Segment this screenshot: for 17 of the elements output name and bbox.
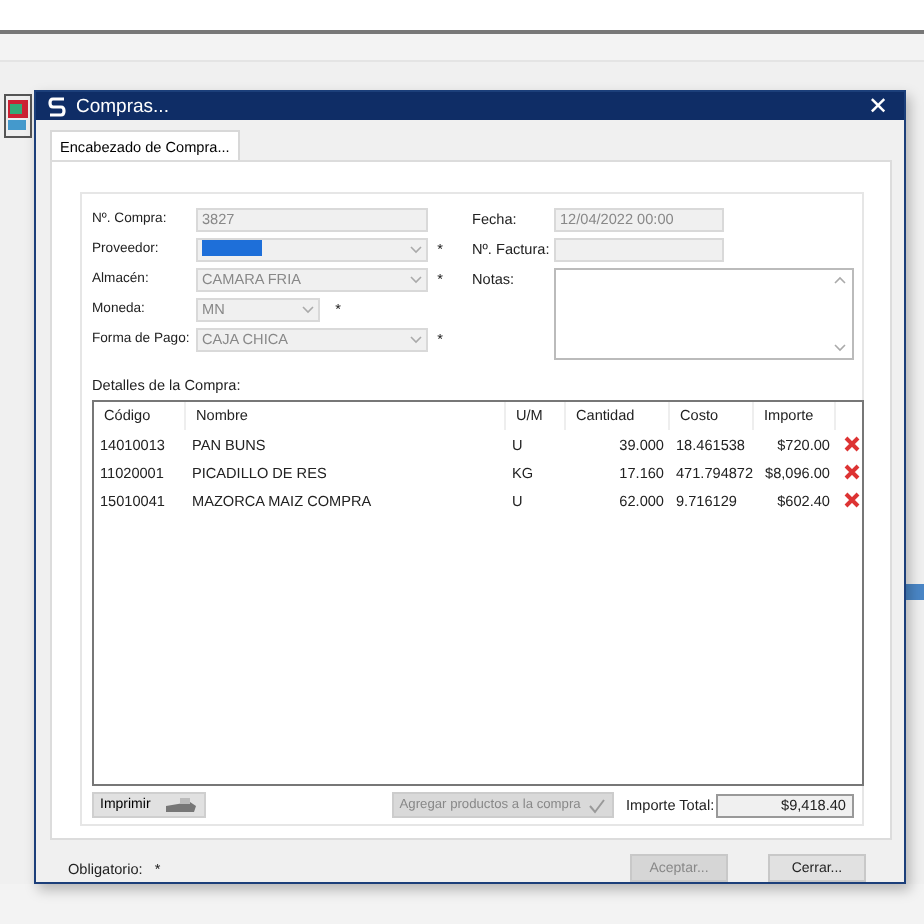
scroll-up-icon — [834, 276, 846, 284]
close-button[interactable]: ✕ — [864, 94, 892, 118]
caret-icon — [302, 306, 314, 314]
delete-icon[interactable] — [844, 436, 860, 452]
caret-icon — [410, 246, 422, 254]
delete-icon[interactable] — [844, 492, 860, 508]
background-window-strip — [904, 584, 924, 600]
notes-field[interactable] — [554, 268, 854, 360]
window-title: Compras... — [76, 95, 171, 117]
app-icon[interactable] — [4, 94, 32, 138]
caret-icon — [410, 336, 422, 344]
caret-icon — [410, 276, 422, 284]
app-logo-icon — [48, 95, 66, 117]
scroll-down-icon — [834, 344, 846, 352]
checkmark-icon — [588, 797, 607, 813]
delete-icon[interactable] — [844, 464, 860, 480]
printer-icon — [162, 797, 199, 813]
